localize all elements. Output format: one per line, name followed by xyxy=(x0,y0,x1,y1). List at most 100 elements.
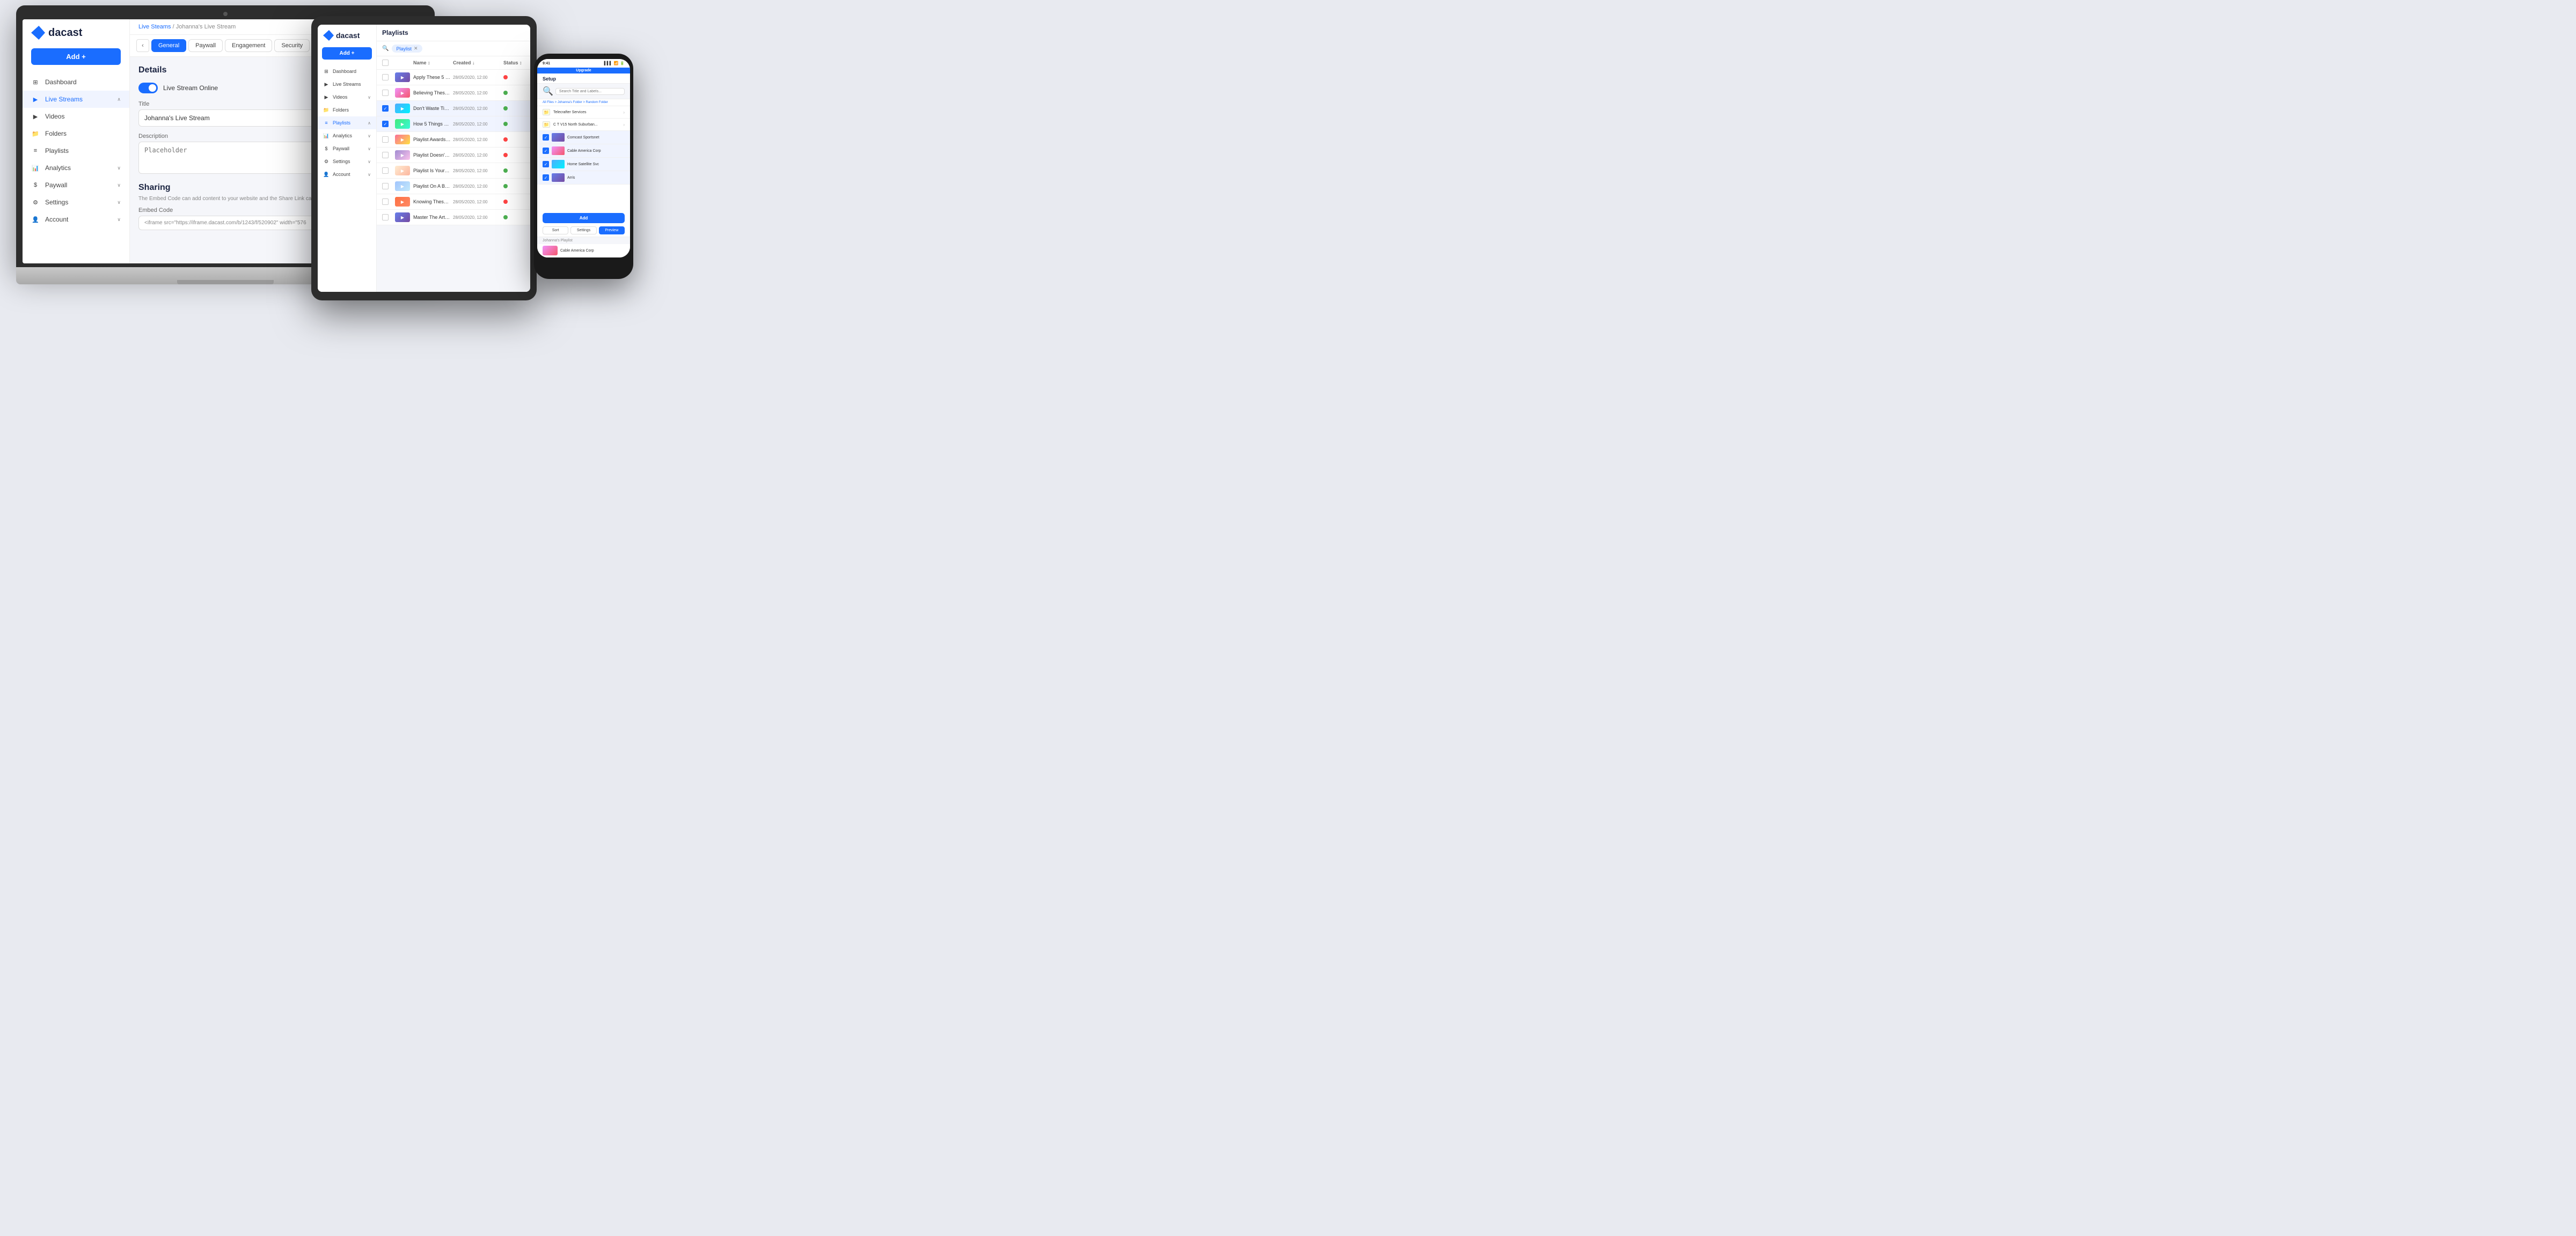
sidebar-item-settings[interactable]: ⚙ Settings ∨ xyxy=(23,194,129,211)
checked-thumb xyxy=(552,133,565,142)
status-indicator xyxy=(503,91,508,95)
videos-icon: ▶ xyxy=(31,112,40,121)
row-thumbnail: ▶ xyxy=(395,72,410,82)
sidebar-item-paywall[interactable]: $ Paywall ∨ xyxy=(23,176,129,194)
tablet-add-button[interactable]: Add + xyxy=(322,47,372,60)
tablet-nav-dashboard-label: Dashboard xyxy=(333,69,356,74)
check-icon: ✓ xyxy=(543,134,549,141)
sidebar-item-dashboard[interactable]: ⊞ Dashboard xyxy=(23,73,129,91)
sidebar-item-livestreams[interactable]: ▶ Live Streams ∧ xyxy=(23,91,129,108)
tablet-analytics-icon: 📊 xyxy=(323,133,330,139)
phone-search-input[interactable] xyxy=(555,88,625,95)
sort-button[interactable]: Sort xyxy=(543,226,568,234)
laptop-camera xyxy=(223,12,228,16)
tablet-search-bar: 🔍 Playlist ✕ xyxy=(377,41,530,56)
check-icon: ✓ xyxy=(543,161,549,167)
row-checkbox[interactable] xyxy=(382,214,389,220)
name-col-header[interactable]: Name ↕ xyxy=(413,60,451,65)
tab-general[interactable]: General xyxy=(151,39,186,52)
phone-checked-item: ✓ Arris xyxy=(537,171,630,185)
toggle-label: Live Stream Online xyxy=(163,84,218,92)
row-name: Playlist On A Budget xyxy=(413,183,451,189)
status-indicator xyxy=(503,153,508,157)
playlist-table: ▶ Apply These 5 Secret Techniques To Imp… xyxy=(377,70,530,292)
table-row: ▶ Master The Art Of Playlist With These … xyxy=(377,210,530,225)
phone-breadcrumb: All Files > Johanna's Folder > Random Fo… xyxy=(537,99,630,106)
tablet-nav-videos[interactable]: ▶ Videos ∨ xyxy=(318,91,376,104)
phone-setup-title: Setup xyxy=(537,73,630,84)
status-col-header[interactable]: Status ↕ xyxy=(503,60,525,65)
row-checkbox[interactable] xyxy=(382,167,389,174)
check-icon: ✓ xyxy=(543,174,549,181)
tablet-nav-livestreams[interactable]: ▶ Live Streams xyxy=(318,78,376,91)
status-indicator xyxy=(503,184,508,188)
tablet-nav-settings[interactable]: ⚙ Settings ∨ xyxy=(318,155,376,168)
row-checkbox[interactable] xyxy=(382,198,389,205)
row-checkbox[interactable] xyxy=(382,136,389,143)
table-row: ▶ Playlist Doesn't Have To Be Hard. Read… xyxy=(377,148,530,163)
laptop-add-button[interactable]: Add + xyxy=(31,48,121,65)
tablet-main: Playlists 🔍 Playlist ✕ Name ↕ Created xyxy=(377,25,530,292)
sidebar-item-videos[interactable]: ▶ Videos xyxy=(23,108,129,125)
tablet-nav-playlists[interactable]: ≡ Playlists ∧ xyxy=(318,116,376,129)
name-header-label: Name xyxy=(413,60,427,65)
sidebar-item-analytics[interactable]: 📊 Analytics ∨ xyxy=(23,159,129,176)
preview-button[interactable]: Preview xyxy=(599,226,625,234)
back-button[interactable]: ‹ xyxy=(136,39,149,52)
phone-folder-item[interactable]: 📁 Telecrafter Services › xyxy=(537,106,630,119)
tablet-table-header: Name ↕ Created ↓ Status ↕ xyxy=(377,56,530,70)
tab-security[interactable]: Security xyxy=(274,39,310,52)
phone-upgrade-bar[interactable]: Upgrade xyxy=(537,68,630,73)
created-col-header[interactable]: Created ↓ xyxy=(453,60,501,65)
upgrade-label: Upgrade xyxy=(576,69,591,72)
playlist-item-name: Cable America Corp xyxy=(560,249,625,253)
row-date: 28/05/2020, 12:00 xyxy=(453,200,501,204)
tab-engagement[interactable]: Engagement xyxy=(225,39,272,52)
table-row: ▶ Playlist On A Budget 28/05/2020, 12:00 xyxy=(377,179,530,194)
row-checkbox[interactable] xyxy=(382,90,389,96)
livestream-toggle[interactable] xyxy=(138,83,158,93)
sidebar-item-account[interactable]: 👤 Account ∨ xyxy=(23,211,129,228)
check-icon: ✓ xyxy=(543,148,549,154)
row-checkbox[interactable]: ✓ xyxy=(382,121,389,127)
row-checkbox[interactable]: ✓ xyxy=(382,105,389,112)
row-name: Apply These 5 Secret Techniques To Impro… xyxy=(413,75,451,80)
row-thumbnail: ▶ xyxy=(395,150,410,160)
row-name: Believing These 5 Myths About Playlist K… xyxy=(413,90,451,95)
breadcrumb-parent[interactable]: Live Steams xyxy=(138,24,171,30)
row-checkbox[interactable] xyxy=(382,152,389,158)
phone-checked-item: ✓ Cable America Corp xyxy=(537,144,630,158)
phone-folder-item[interactable]: 📁 C T V15 North Suburban... › xyxy=(537,119,630,131)
dacast-logo-text: dacast xyxy=(48,27,82,39)
table-row: ✓ ▶ Don't Waste Time! 5 Facts Until You … xyxy=(377,101,530,116)
tablet-paywall-arrow: ∨ xyxy=(368,146,371,151)
search-tag-close[interactable]: ✕ xyxy=(414,46,418,52)
sidebar-item-playlists[interactable]: ≡ Playlists xyxy=(23,142,129,159)
tablet-nav-dashboard[interactable]: ⊞ Dashboard xyxy=(318,65,376,78)
tablet-videos-icon: ▶ xyxy=(323,94,330,100)
dacast-logo-icon xyxy=(31,26,45,40)
tablet-nav-analytics[interactable]: 📊 Analytics ∨ xyxy=(318,129,376,142)
table-row: ▶ Playlist Is Your Worst Enemy. 5 Ways T… xyxy=(377,163,530,179)
tablet-nav-account[interactable]: 👤 Account ∨ xyxy=(318,168,376,181)
status-indicator xyxy=(503,168,508,173)
select-all-checkbox[interactable] xyxy=(382,60,389,66)
breadcrumb-current: Johanna's Live Stream xyxy=(176,24,236,30)
tab-paywall[interactable]: Paywall xyxy=(188,39,223,52)
phone-add-button[interactable]: Add xyxy=(543,213,625,223)
tablet-nav-folders[interactable]: 📁 Folders xyxy=(318,104,376,116)
row-checkbox[interactable] xyxy=(382,74,389,80)
table-row: ▶ Believing These 5 Myths About Playlist… xyxy=(377,85,530,101)
table-row: ▶ Playlist Awards: 5 Reasons Why They Do… xyxy=(377,132,530,148)
row-name: Knowing These 5 Secrets Will Make Your P… xyxy=(413,199,451,204)
settings-button[interactable]: Settings xyxy=(570,226,596,234)
status-indicator xyxy=(503,200,508,204)
tablet-nav-paywall[interactable]: $ Paywall ∨ xyxy=(318,142,376,155)
phone-status-bar: 9:41 ▌▌▌ 📶 🔋 xyxy=(537,59,630,68)
row-name: Don't Waste Time! 5 Facts Until You Reac… xyxy=(413,106,451,111)
status-indicator xyxy=(503,215,508,219)
row-checkbox[interactable] xyxy=(382,183,389,189)
sidebar-item-folders[interactable]: 📁 Folders xyxy=(23,125,129,142)
chevron-right-icon: › xyxy=(623,122,625,127)
phone-action-row: Sort Settings Preview xyxy=(537,226,630,237)
